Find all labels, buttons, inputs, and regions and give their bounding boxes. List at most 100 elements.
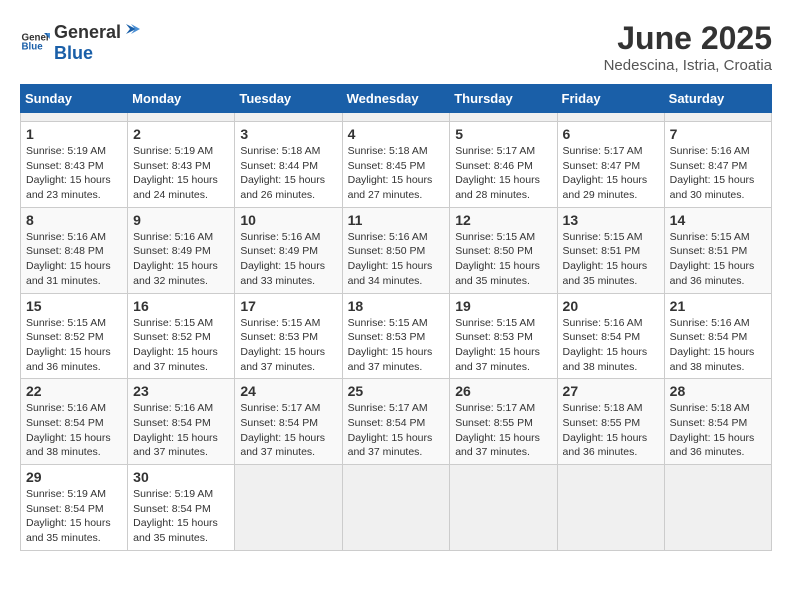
calendar-day-cell (21, 113, 128, 122)
day-info: Sunrise: 5:16 AMSunset: 8:50 PMDaylight:… (348, 230, 445, 289)
logo-icon: General Blue (20, 27, 50, 57)
day-info: Sunrise: 5:15 AMSunset: 8:51 PMDaylight:… (670, 230, 766, 289)
day-info: Sunrise: 5:15 AMSunset: 8:50 PMDaylight:… (455, 230, 551, 289)
day-number: 17 (240, 298, 336, 314)
day-info: Sunrise: 5:16 AMSunset: 8:49 PMDaylight:… (240, 230, 336, 289)
calendar-week-row: 1Sunrise: 5:19 AMSunset: 8:43 PMDaylight… (21, 122, 772, 208)
day-info: Sunrise: 5:17 AMSunset: 8:47 PMDaylight:… (563, 144, 659, 203)
day-number: 21 (670, 298, 766, 314)
month-title: June 2025 (604, 20, 772, 57)
day-number: 10 (240, 212, 336, 228)
logo-general: General (54, 22, 121, 43)
page-header: General Blue General Blue June 2025 Nede… (20, 20, 772, 74)
calendar-day-cell: 6Sunrise: 5:17 AMSunset: 8:47 PMDaylight… (557, 122, 664, 208)
svg-text:Blue: Blue (22, 42, 44, 53)
day-info: Sunrise: 5:15 AMSunset: 8:51 PMDaylight:… (563, 230, 659, 289)
weekday-header-wednesday: Wednesday (342, 85, 450, 113)
calendar-day-cell: 10 Sunrise: 5:16 AMSunset: 8:49 PMDayligh… (235, 207, 342, 293)
calendar-day-cell (557, 465, 664, 551)
day-info: Sunrise: 5:19 AMSunset: 8:54 PMDaylight:… (133, 487, 229, 546)
calendar-day-cell: 4 Sunrise: 5:18 AMSunset: 8:45 PMDaylight… (342, 122, 450, 208)
calendar-day-cell (128, 113, 235, 122)
day-number: 8 (26, 212, 122, 228)
calendar-day-cell: 23 Sunrise: 5:16 AMSunset: 8:54 PMDayligh… (128, 379, 235, 465)
day-info: Sunrise: 5:18 AMSunset: 8:55 PMDaylight:… (563, 401, 659, 460)
calendar-day-cell (450, 465, 557, 551)
day-info: Sunrise: 5:16 AMSunset: 8:54 PMDaylight:… (26, 401, 122, 460)
day-info: Sunrise: 5:16 AMSunset: 8:48 PMDaylight:… (26, 230, 122, 289)
calendar-day-cell: 5 Sunrise: 5:17 AMSunset: 8:46 PMDaylight… (450, 122, 557, 208)
calendar-day-cell (235, 113, 342, 122)
day-number: 16 (133, 298, 229, 314)
calendar-day-cell (450, 113, 557, 122)
calendar-day-cell: 7 Sunrise: 5:16 AMSunset: 8:47 PMDaylight… (664, 122, 771, 208)
calendar-day-cell: 13 Sunrise: 5:15 AMSunset: 8:51 PMDayligh… (557, 207, 664, 293)
calendar-day-cell (342, 113, 450, 122)
day-info: Sunrise: 5:15 AMSunset: 8:53 PMDaylight:… (348, 316, 445, 375)
day-info: Sunrise: 5:16 AMSunset: 8:47 PMDaylight:… (670, 144, 766, 203)
calendar-day-cell: 21 Sunrise: 5:16 AMSunset: 8:54 PMDayligh… (664, 293, 771, 379)
day-number: 19 (455, 298, 551, 314)
day-info: Sunrise: 5:16 AMSunset: 8:49 PMDaylight:… (133, 230, 229, 289)
day-info: Sunrise: 5:19 AMSunset: 8:43 PMDaylight:… (133, 144, 229, 203)
calendar-day-cell: 24 Sunrise: 5:17 AMSunset: 8:54 PMDayligh… (235, 379, 342, 465)
day-number: 5 (455, 126, 551, 142)
day-number: 18 (348, 298, 445, 314)
calendar-day-cell: 14Sunrise: 5:15 AMSunset: 8:51 PMDayligh… (664, 207, 771, 293)
logo-arrow-icon (122, 20, 140, 38)
calendar-day-cell: 8 Sunrise: 5:16 AMSunset: 8:48 PMDaylight… (21, 207, 128, 293)
day-info: Sunrise: 5:16 AMSunset: 8:54 PMDaylight:… (670, 316, 766, 375)
day-number: 7 (670, 126, 766, 142)
calendar-day-cell: 29Sunrise: 5:19 AMSunset: 8:54 PMDayligh… (21, 465, 128, 551)
day-number: 4 (348, 126, 445, 142)
day-number: 26 (455, 383, 551, 399)
day-number: 11 (348, 212, 445, 228)
title-block: June 2025 Nedescina, Istria, Croatia (604, 20, 772, 74)
calendar-day-cell: 28Sunrise: 5:18 AMSunset: 8:54 PMDayligh… (664, 379, 771, 465)
weekday-header-row: SundayMondayTuesdayWednesdayThursdayFrid… (21, 85, 772, 113)
day-number: 9 (133, 212, 229, 228)
calendar-week-row: 22Sunrise: 5:16 AMSunset: 8:54 PMDayligh… (21, 379, 772, 465)
location-title: Nedescina, Istria, Croatia (604, 57, 772, 74)
calendar-day-cell (342, 465, 450, 551)
calendar-table: SundayMondayTuesdayWednesdayThursdayFrid… (20, 84, 772, 551)
day-info: Sunrise: 5:15 AMSunset: 8:52 PMDaylight:… (133, 316, 229, 375)
day-number: 25 (348, 383, 445, 399)
day-number: 27 (563, 383, 659, 399)
day-number: 3 (240, 126, 336, 142)
day-info: Sunrise: 5:18 AMSunset: 8:54 PMDaylight:… (670, 401, 766, 460)
calendar-day-cell: 25 Sunrise: 5:17 AMSunset: 8:54 PMDayligh… (342, 379, 450, 465)
calendar-day-cell: 19Sunrise: 5:15 AMSunset: 8:53 PMDayligh… (450, 293, 557, 379)
day-info: Sunrise: 5:17 AMSunset: 8:55 PMDaylight:… (455, 401, 551, 460)
calendar-day-cell: 20Sunrise: 5:16 AMSunset: 8:54 PMDayligh… (557, 293, 664, 379)
weekday-header-tuesday: Tuesday (235, 85, 342, 113)
calendar-day-cell: 22Sunrise: 5:16 AMSunset: 8:54 PMDayligh… (21, 379, 128, 465)
calendar-day-cell: 17Sunrise: 5:15 AMSunset: 8:53 PMDayligh… (235, 293, 342, 379)
day-number: 30 (133, 469, 229, 485)
day-info: Sunrise: 5:16 AMSunset: 8:54 PMDaylight:… (563, 316, 659, 375)
calendar-day-cell (664, 113, 771, 122)
day-info: Sunrise: 5:17 AMSunset: 8:54 PMDaylight:… (240, 401, 336, 460)
day-number: 23 (133, 383, 229, 399)
logo-blue: Blue (54, 43, 141, 64)
calendar-day-cell (557, 113, 664, 122)
calendar-day-cell: 27 Sunrise: 5:18 AMSunset: 8:55 PMDayligh… (557, 379, 664, 465)
calendar-day-cell: 1Sunrise: 5:19 AMSunset: 8:43 PMDaylight… (21, 122, 128, 208)
weekday-header-sunday: Sunday (21, 85, 128, 113)
day-number: 29 (26, 469, 122, 485)
logo: General Blue General Blue (20, 20, 141, 64)
calendar-day-cell: 30 Sunrise: 5:19 AMSunset: 8:54 PMDayligh… (128, 465, 235, 551)
day-number: 13 (563, 212, 659, 228)
day-number: 24 (240, 383, 336, 399)
weekday-header-saturday: Saturday (664, 85, 771, 113)
day-info: Sunrise: 5:18 AMSunset: 8:45 PMDaylight:… (348, 144, 445, 203)
calendar-day-cell: 16 Sunrise: 5:15 AMSunset: 8:52 PMDayligh… (128, 293, 235, 379)
day-info: Sunrise: 5:16 AMSunset: 8:54 PMDaylight:… (133, 401, 229, 460)
calendar-day-cell: 15Sunrise: 5:15 AMSunset: 8:52 PMDayligh… (21, 293, 128, 379)
weekday-header-friday: Friday (557, 85, 664, 113)
calendar-week-row: 29 Sunrise: 5:19 AMSunset: 8:54 PMDayligh… (21, 465, 772, 551)
day-info: Sunrise: 5:15 AMSunset: 8:52 PMDaylight:… (26, 316, 122, 375)
day-info: Sunrise: 5:17 AMSunset: 8:54 PMDaylight:… (348, 401, 445, 460)
day-info: Sunrise: 5:17 AMSunset: 8:46 PMDaylight:… (455, 144, 551, 203)
calendar-day-cell: 12Sunrise: 5:15 AMSunset: 8:50 PMDayligh… (450, 207, 557, 293)
